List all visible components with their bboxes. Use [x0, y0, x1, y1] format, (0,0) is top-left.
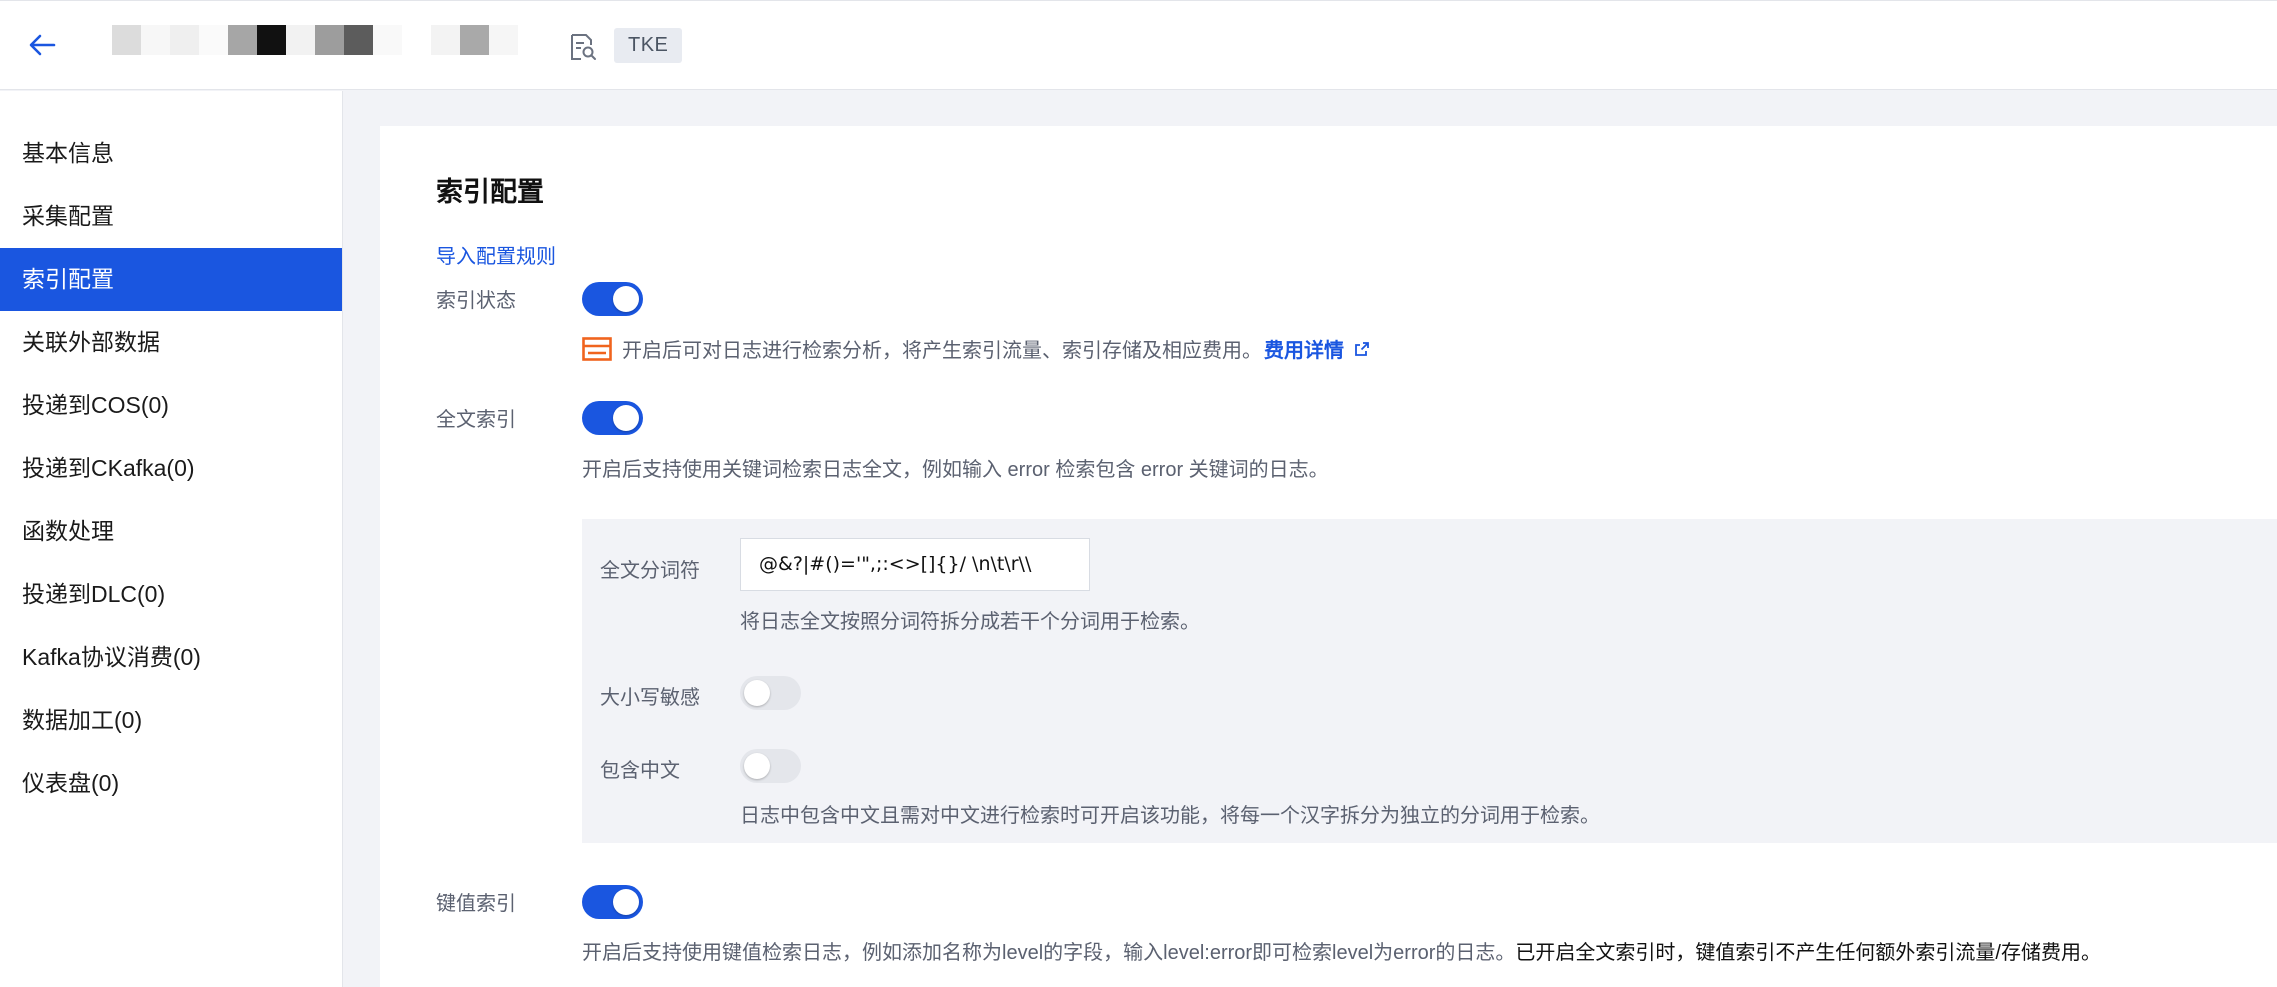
key-value-desc-text: 开启后支持使用键值检索日志，例如添加名称为level的字段，输入level:er…	[582, 942, 1516, 964]
key-value-index-toggle[interactable]	[582, 885, 643, 919]
sidebar-item-basic-info[interactable]: 基本信息	[0, 122, 342, 185]
cluster-type-tag: TKE	[614, 28, 683, 63]
toggle-knob	[613, 405, 639, 431]
sidebar: 基本信息 采集配置 索引配置 关联外部数据 投递到COS(0) 投递到CKafk…	[0, 91, 343, 987]
index-config-card: 索引配置 导入配置规则 索引状态 开启后可对日志进行检索分析，将产生索引流量、索…	[380, 126, 2277, 987]
key-value-desc-emphasis: 已开启全文索引时，键值索引不产生任何额外索引流量/存储费用。	[1515, 942, 2101, 964]
billing-icon	[582, 336, 612, 361]
sidebar-item-ship-to-ckafka[interactable]: 投递到CKafka(0)	[0, 437, 342, 500]
fee-details-link[interactable]: 费用详情	[1264, 334, 1344, 363]
index-status-toggle[interactable]	[582, 282, 643, 316]
include-chinese-label: 包含中文	[600, 760, 680, 782]
top-bar: TKE	[0, 0, 2277, 90]
fee-note-text: 开启后可对日志进行检索分析，将产生索引流量、索引存储及相应费用。	[622, 340, 1262, 362]
toggle-knob	[744, 680, 770, 706]
toggle-knob	[613, 286, 639, 312]
key-value-index-label: 键值索引	[436, 893, 516, 915]
import-config-rules-link[interactable]: 导入配置规则	[436, 240, 556, 269]
redacted-topic-name	[112, 25, 518, 55]
key-value-index-desc: 开启后支持使用键值检索日志，例如添加名称为level的字段，输入level:er…	[582, 936, 2101, 965]
page-title: 索引配置	[436, 177, 544, 207]
sidebar-item-function-processing[interactable]: 函数处理	[0, 500, 342, 563]
case-sensitive-label: 大小写敏感	[600, 687, 700, 709]
sidebar-item-kafka-consumption[interactable]: Kafka协议消费(0)	[0, 626, 342, 689]
sidebar-item-data-processing[interactable]: 数据加工(0)	[0, 689, 342, 752]
delimiter-hint: 将日志全文按照分词符拆分成若干个分词用于检索。	[740, 611, 1200, 633]
sidebar-item-ship-to-dlc[interactable]: 投递到DLC(0)	[0, 563, 342, 626]
external-link-icon[interactable]	[1354, 341, 1370, 357]
sidebar-item-collection-config[interactable]: 采集配置	[0, 185, 342, 248]
include-chinese-toggle[interactable]	[740, 749, 801, 783]
case-sensitive-toggle[interactable]	[740, 676, 801, 710]
log-topic-icon	[566, 31, 598, 63]
full-text-index-label: 全文索引	[436, 409, 516, 431]
back-arrow-icon[interactable]	[24, 27, 60, 63]
toggle-knob	[613, 889, 639, 915]
fee-notice: 开启后可对日志进行检索分析，将产生索引流量、索引存储及相应费用。 费用详情	[582, 334, 1370, 363]
delimiter-input[interactable]: @&?|#()='",;:<>[]{}/ \n\t\r\\	[740, 538, 1090, 591]
sidebar-item-index-config[interactable]: 索引配置	[0, 248, 342, 311]
toggle-knob	[744, 753, 770, 779]
full-text-settings-panel: 全文分词符 @&?|#()='",;:<>[]{}/ \n\t\r\\ 将日志全…	[582, 519, 2277, 843]
sidebar-item-ship-to-cos[interactable]: 投递到COS(0)	[0, 374, 342, 437]
include-chinese-hint: 日志中包含中文且需对中文进行检索时可开启该功能，将每一个汉字拆分为独立的分词用于…	[740, 805, 1600, 827]
sidebar-item-dashboard[interactable]: 仪表盘(0)	[0, 752, 342, 815]
index-status-label: 索引状态	[436, 290, 516, 312]
full-text-index-toggle[interactable]	[582, 401, 643, 435]
full-text-index-desc: 开启后支持使用关键词检索日志全文，例如输入 error 检索包含 error 关…	[582, 459, 1329, 481]
sidebar-item-external-data[interactable]: 关联外部数据	[0, 311, 342, 374]
delimiter-label: 全文分词符	[600, 560, 700, 582]
